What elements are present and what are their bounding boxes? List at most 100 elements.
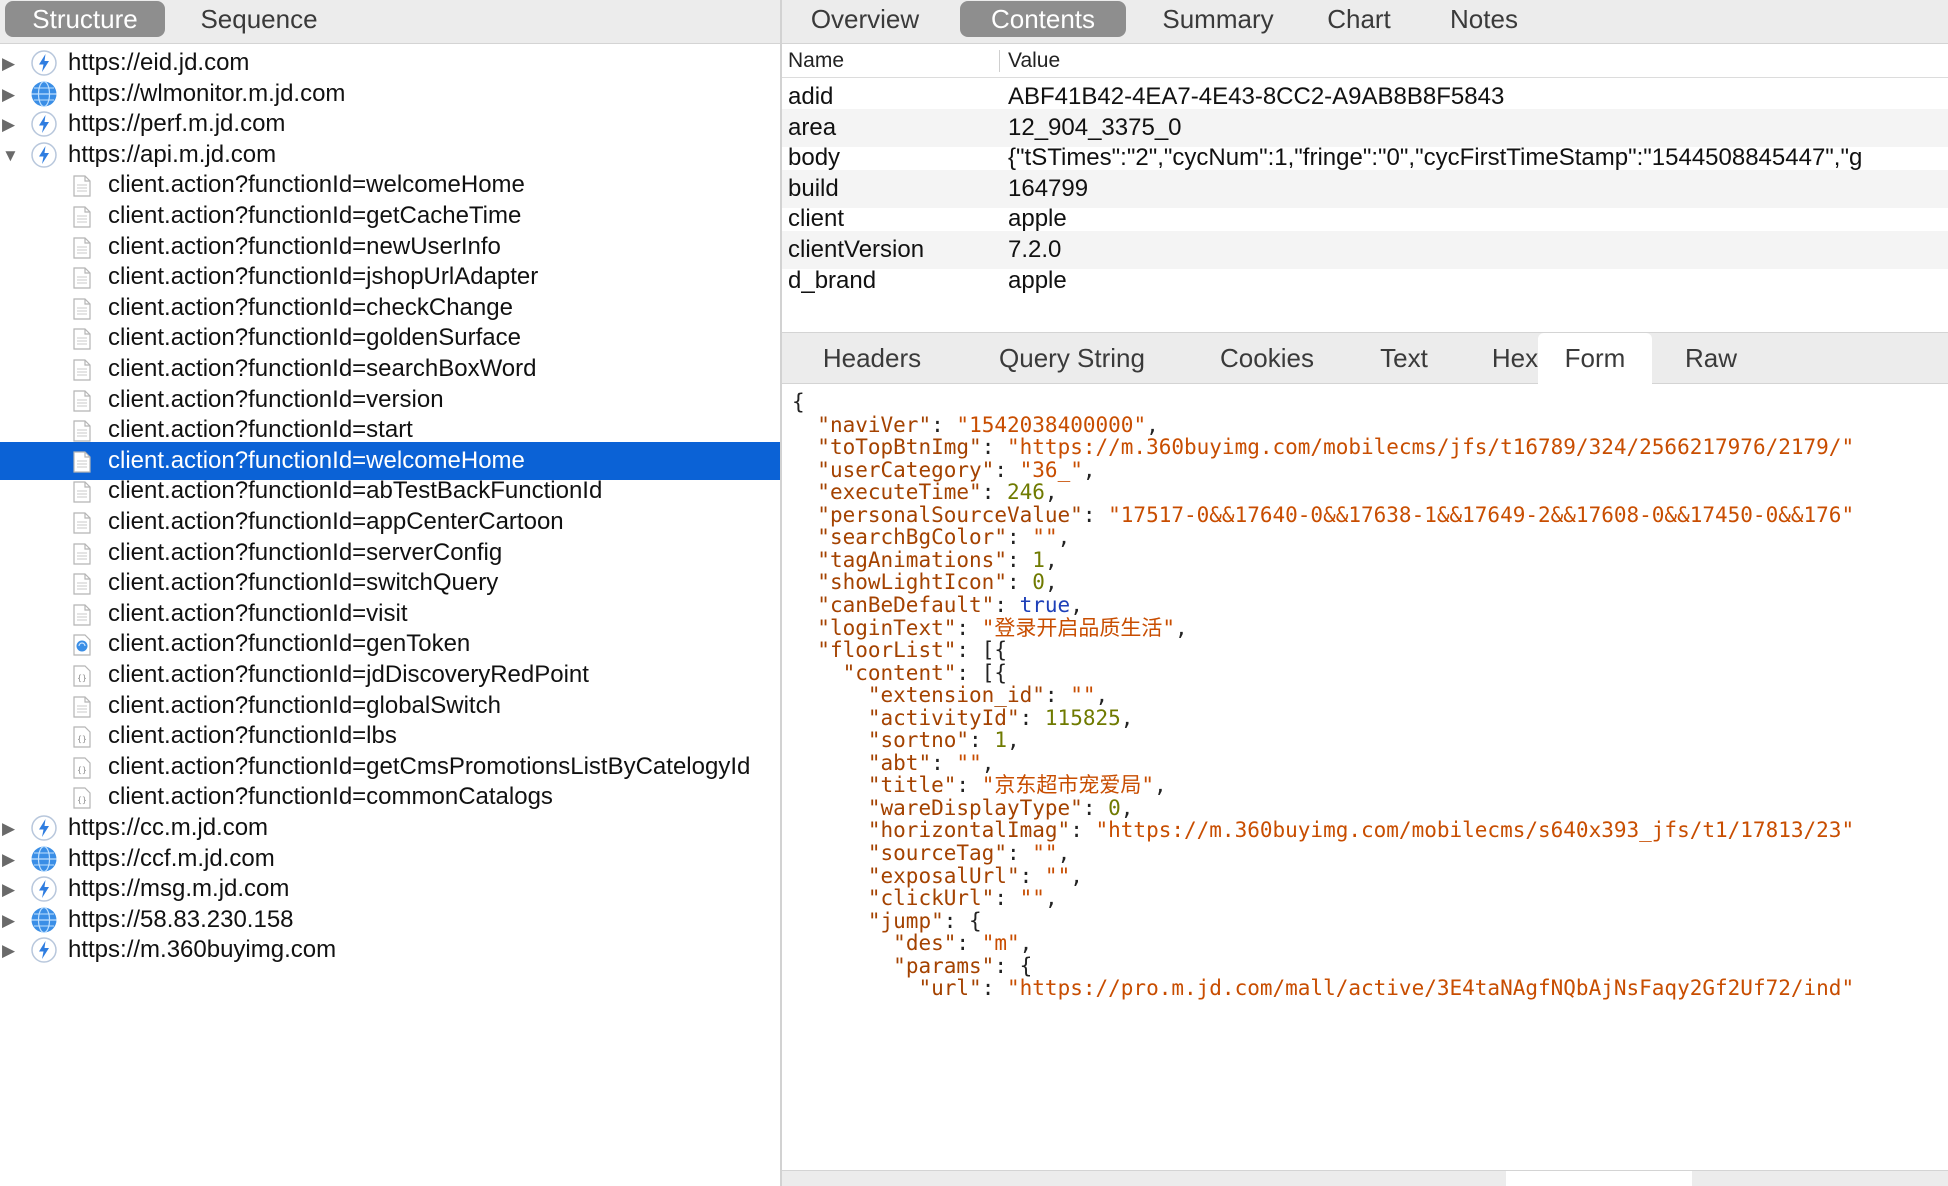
- tab-notes[interactable]: Notes: [1428, 1, 1540, 37]
- document-icon: [72, 359, 92, 381]
- json-string-value: 17517-0&&17640-0&&17638-1&&17649-2&&1760…: [1120, 502, 1842, 527]
- document-icon: [72, 206, 92, 228]
- json-number-value: 1: [994, 728, 1007, 753]
- param-value: apple: [1008, 266, 1067, 294]
- document-icon: [72, 481, 92, 503]
- json-quote: ": [1019, 886, 1033, 911]
- json-comma: ,: [1057, 525, 1071, 550]
- query-params-table: Name Value adid ABF41B42-4EA7-4E43-8CC2-A…: [782, 44, 1948, 332]
- tab-summary[interactable]: Summary: [1144, 1, 1292, 37]
- json-file-icon: {}: [72, 787, 92, 809]
- document-icon: [72, 512, 92, 534]
- host-row[interactable]: ▶ https://m.360buyimg.com: [0, 931, 780, 969]
- detail-tab-bar: Overview Contents Summary Chart Notes: [782, 0, 1948, 44]
- document-icon: [72, 328, 92, 350]
- bolt-icon: [30, 141, 58, 169]
- globe-icon: [30, 906, 58, 934]
- json-string-value: 登录开启品质生活: [994, 615, 1163, 640]
- json-quote: ": [1162, 615, 1176, 640]
- json-comma: ,: [1175, 615, 1188, 640]
- bolt-icon: [30, 875, 58, 903]
- json-comma: ,: [1044, 886, 1058, 911]
- tab-cookies[interactable]: Cookies: [1192, 336, 1342, 380]
- json-quote: ": [1032, 886, 1045, 911]
- tab-text[interactable]: Text: [1348, 336, 1460, 380]
- table-row[interactable]: d_brand apple: [782, 262, 1948, 300]
- bolt-icon: [30, 110, 58, 138]
- json-colon: :: [1019, 705, 1045, 730]
- globe-icon: [30, 845, 58, 873]
- json-string-value: https://pro.m.jd.com/mall/active/3E4taNA…: [1019, 976, 1842, 1001]
- tab-sequence[interactable]: Sequence: [178, 1, 340, 37]
- bolt-icon: [30, 814, 58, 842]
- disclosure-closed-icon[interactable]: ▶: [2, 820, 15, 837]
- json-quote: ": [1070, 457, 1083, 482]
- disclosure-closed-icon[interactable]: ▶: [2, 942, 15, 959]
- document-icon: [72, 695, 92, 718]
- disclosure-closed-icon[interactable]: ▶: [2, 851, 15, 868]
- svg-text:{}: {}: [77, 735, 87, 744]
- json-quote: ": [969, 976, 982, 1001]
- json-file-icon: {}: [72, 757, 92, 779]
- disclosure-closed-icon[interactable]: ▶: [2, 86, 15, 103]
- json-quote: ": [1006, 976, 1020, 1001]
- json-number-value: 115825: [1044, 705, 1121, 730]
- json-comma: ,: [1120, 705, 1134, 730]
- json-file-icon: {}: [72, 726, 92, 748]
- disclosure-closed-icon[interactable]: ▶: [2, 912, 15, 929]
- value-column-header[interactable]: Value: [1008, 44, 1060, 78]
- request-tab-bar: Headers Query String Cookies Text Hex Fo…: [782, 332, 1948, 384]
- active-response-tab[interactable]: [1506, 1171, 1692, 1186]
- disclosure-closed-icon[interactable]: ▶: [2, 55, 15, 72]
- json-string-value: https://m.360buyimg.com/mobilecms/jfs/t1…: [1019, 435, 1842, 460]
- document-icon: [72, 298, 92, 320]
- tab-query-string[interactable]: Query String: [962, 336, 1182, 380]
- json-quote: ": [1841, 818, 1855, 843]
- json-colon: :: [1070, 818, 1096, 843]
- json-quote: ": [1070, 502, 1083, 527]
- response-tab-bar: [782, 1170, 1948, 1186]
- json-colon: :: [981, 976, 1007, 1001]
- tab-headers[interactable]: Headers: [792, 336, 952, 380]
- json-comma: ,: [1070, 863, 1083, 888]
- column-separator[interactable]: [999, 50, 1000, 72]
- tab-form[interactable]: Form: [1538, 333, 1652, 384]
- json-quote: ": [1108, 502, 1121, 527]
- image-file-icon: [72, 634, 92, 656]
- tab-overview[interactable]: Overview: [790, 1, 940, 37]
- json-comma: ,: [1082, 457, 1096, 482]
- json-quote: ": [1841, 502, 1855, 527]
- json-colon: :: [1082, 502, 1109, 527]
- bolt-icon: [30, 49, 58, 77]
- globe-icon: [30, 80, 58, 108]
- svg-text:{}: {}: [77, 674, 87, 683]
- tab-contents[interactable]: Contents: [960, 1, 1126, 37]
- json-line: "url": "https://pro.m.jd.com/mall/active…: [792, 974, 1854, 1002]
- json-comma: ,: [1154, 773, 1167, 798]
- document-icon: [72, 236, 92, 259]
- name-column-header[interactable]: Name: [788, 44, 844, 78]
- document-icon: [72, 604, 92, 626]
- document-icon: [72, 542, 92, 565]
- tab-chart[interactable]: Chart: [1302, 1, 1416, 37]
- json-quote: ": [1095, 818, 1109, 843]
- json-comma: ,: [1006, 728, 1020, 753]
- json-quote: ": [1841, 435, 1855, 460]
- json-body-viewer[interactable]: { "naviVer": "1542038400000", "toTopBtnI…: [782, 384, 1948, 1170]
- json-quote: ": [1141, 773, 1154, 798]
- disclosure-closed-icon[interactable]: ▶: [2, 116, 15, 133]
- tab-raw[interactable]: Raw: [1662, 336, 1760, 380]
- svg-text:{}: {}: [77, 796, 87, 805]
- row-label: https://m.360buyimg.com: [68, 936, 337, 964]
- disclosure-open-icon[interactable]: ▼: [2, 147, 19, 164]
- bolt-icon: [30, 936, 58, 964]
- disclosure-closed-icon[interactable]: ▶: [2, 881, 15, 898]
- tab-structure[interactable]: Structure: [5, 1, 165, 37]
- param-name: d_brand: [788, 266, 877, 294]
- left-tab-bar: Structure Sequence: [0, 0, 780, 44]
- detail-pane: Overview Contents Summary Chart Notes Na…: [782, 0, 1948, 1186]
- json-quote: ": [981, 886, 995, 911]
- json-quote: ": [1057, 863, 1071, 888]
- document-icon: [72, 573, 92, 595]
- structure-pane: Structure Sequence ▶ https://eid.jd.com ▶ h…: [0, 0, 780, 1186]
